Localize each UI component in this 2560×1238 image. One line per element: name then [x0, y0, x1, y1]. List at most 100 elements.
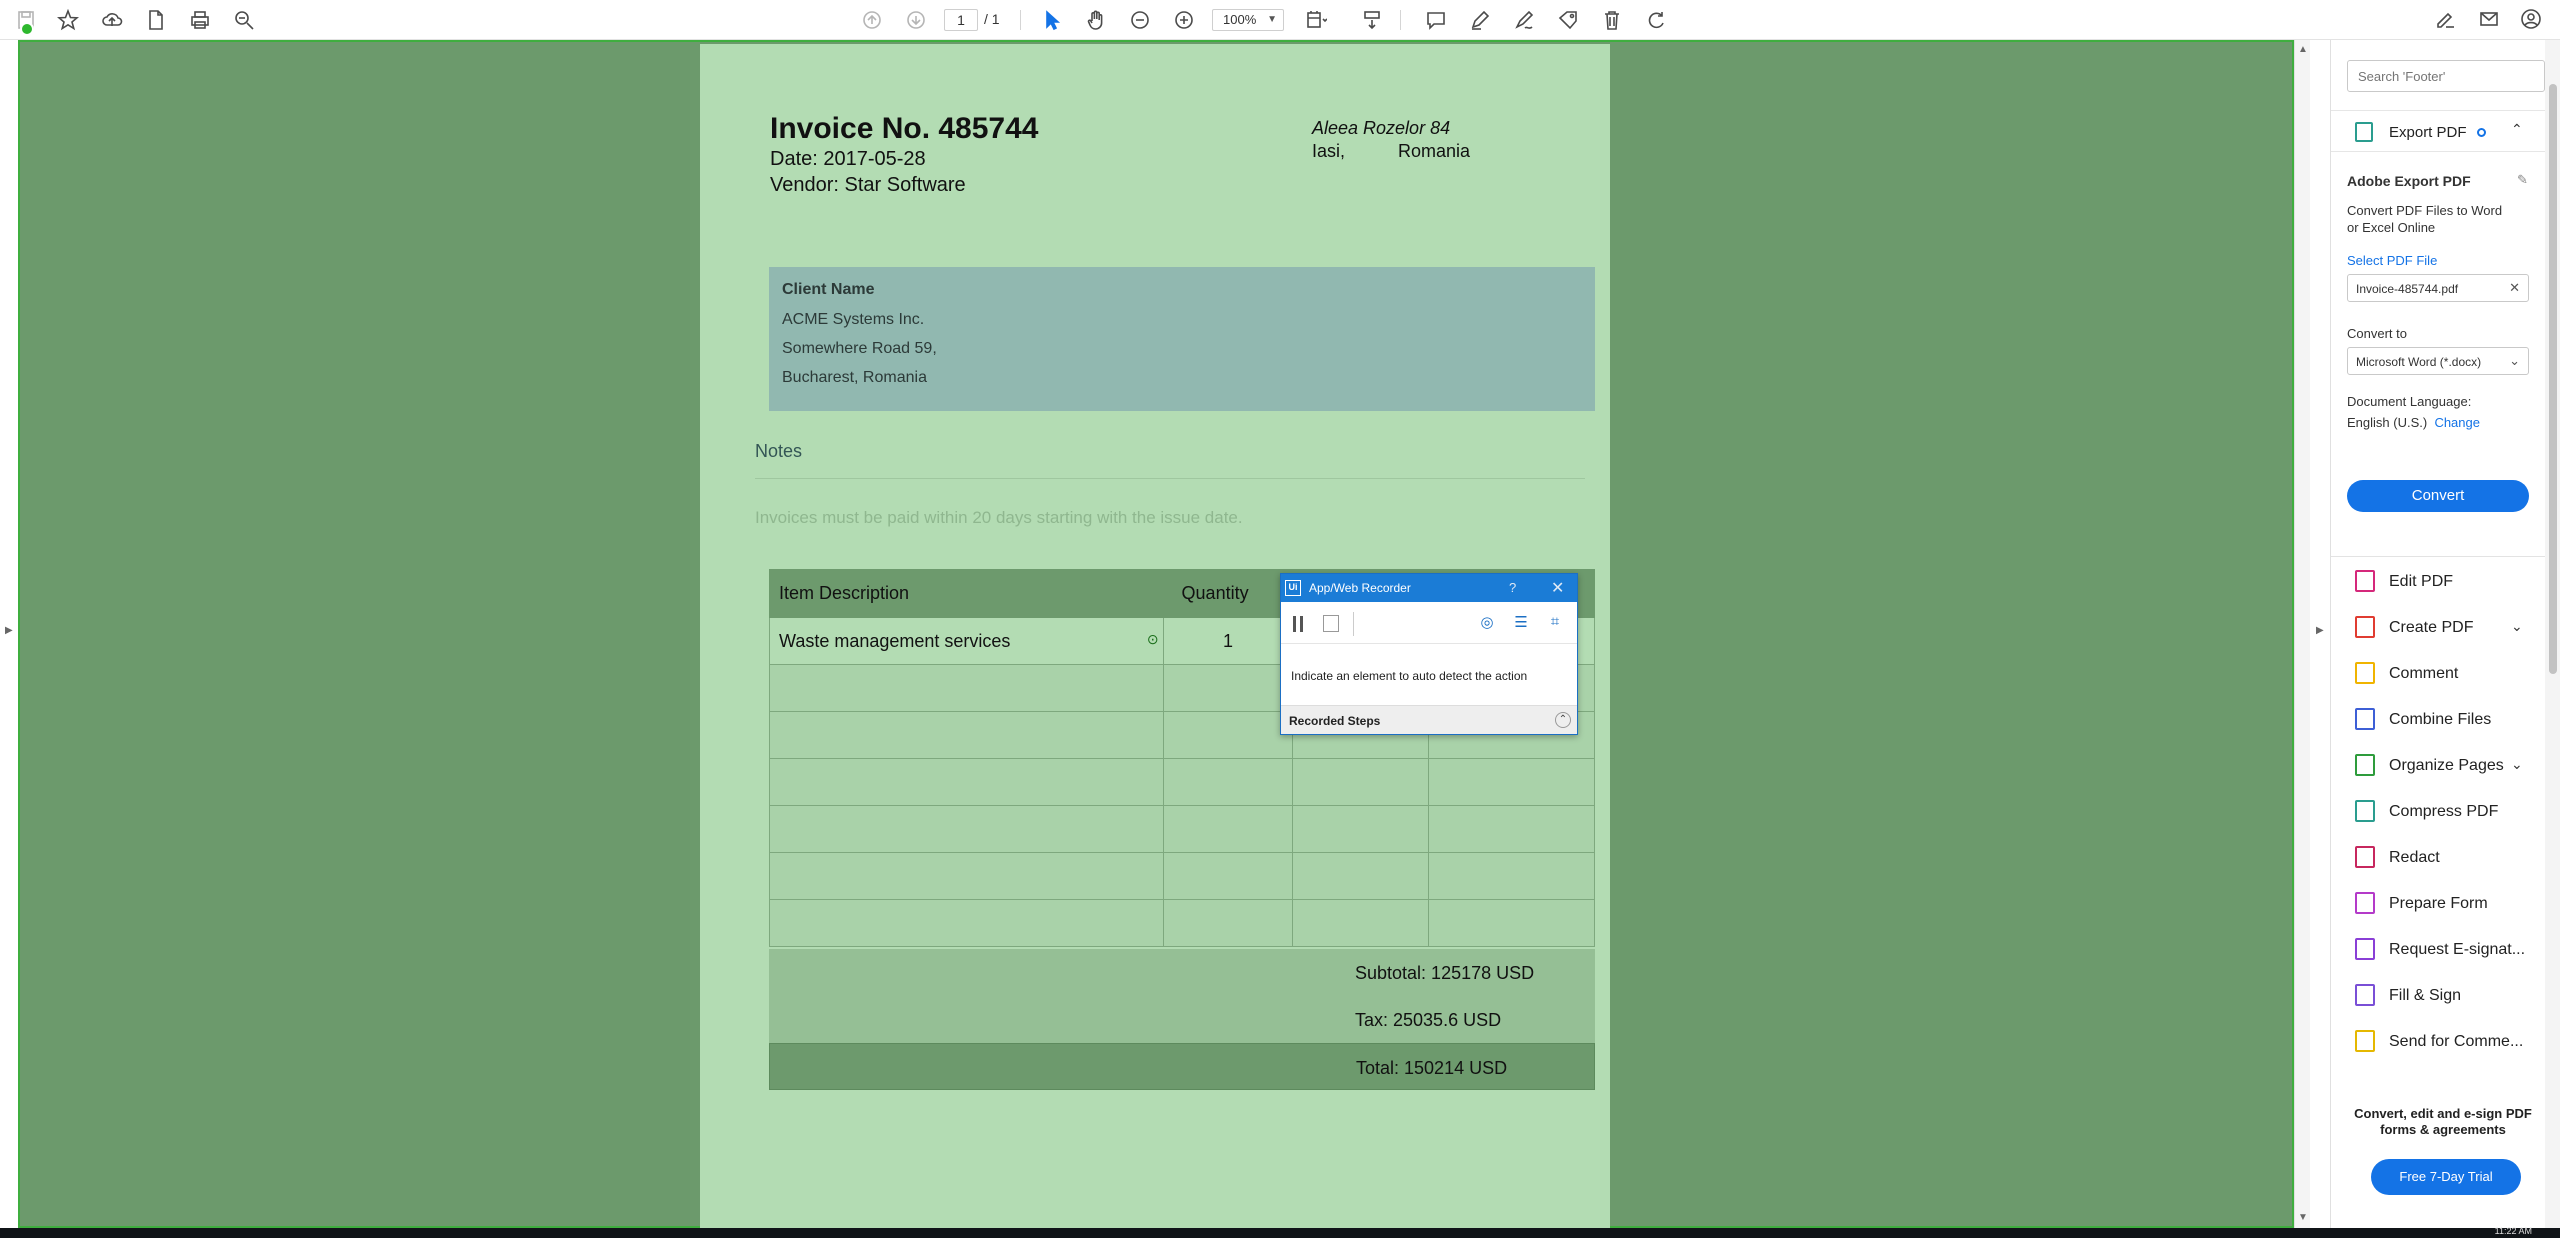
right-panel-handle[interactable]: ▶	[2310, 40, 2330, 1228]
chevron-down-icon: ▼	[1267, 14, 1277, 25]
item-description: Waste management services	[779, 630, 1011, 651]
tool-edit-pdf[interactable]: Edit PDF	[2331, 562, 2545, 602]
zoom-level-select[interactable]: 100% ▼	[1212, 9, 1284, 31]
table-cell[interactable]	[769, 805, 1164, 853]
account-icon[interactable]	[2520, 8, 2544, 32]
convert-to-label: Convert to	[2347, 326, 2407, 341]
table-cell[interactable]	[1428, 758, 1595, 806]
table-cell[interactable]	[1428, 852, 1595, 900]
list-steps-icon[interactable]: ☰	[1511, 613, 1531, 633]
tool-request-esignature[interactable]: Request E-signat...	[2331, 930, 2545, 970]
page-number-input[interactable]: 1	[944, 9, 978, 31]
zoom-out-icon[interactable]	[1126, 6, 1154, 34]
convert-to-select[interactable]: Microsoft Word (*.docx) ⌄	[2347, 347, 2529, 375]
document-scrollbar[interactable]: ▲ ▼	[2294, 40, 2310, 1228]
hand-tool-icon[interactable]	[1082, 6, 1110, 34]
change-language-link[interactable]: Change	[2434, 415, 2480, 430]
tool-prepare-form[interactable]: Prepare Form	[2331, 884, 2545, 924]
table-cell[interactable]	[1162, 758, 1294, 806]
tool-combine-files[interactable]: Combine Files	[2331, 700, 2545, 740]
sign-link-icon[interactable]	[2434, 8, 2458, 32]
tool-redact[interactable]: Redact	[2331, 838, 2545, 878]
selected-file-field[interactable]: Invoice-485744.pdf ✕	[2347, 274, 2529, 302]
fit-page-icon[interactable]	[1302, 6, 1330, 34]
table-cell[interactable]	[769, 711, 1164, 759]
target-element-icon[interactable]: ◎	[1477, 613, 1497, 633]
panel-scrollbar[interactable]	[2545, 40, 2560, 1238]
help-button[interactable]: ?	[1509, 580, 1516, 595]
chevron-up-icon[interactable]: ⌃	[2511, 121, 2523, 138]
zoom-in-icon[interactable]	[1170, 6, 1198, 34]
document-icon[interactable]	[142, 6, 170, 34]
toolbar-divider	[1020, 10, 1021, 30]
delete-icon[interactable]	[1598, 6, 1626, 34]
page-up-icon[interactable]	[858, 6, 886, 34]
tool-comment[interactable]: Comment	[2331, 654, 2545, 694]
page-down-icon[interactable]	[902, 6, 930, 34]
table-cell[interactable]	[1292, 805, 1430, 853]
table-cell[interactable]	[769, 758, 1164, 806]
total-value: Total: 150214 USD	[1356, 1058, 1508, 1078]
chevron-down-icon[interactable]: ⌄	[2511, 618, 2523, 635]
highlight-pen-icon[interactable]	[1466, 6, 1494, 34]
scroll-down-icon[interactable]: ▼	[2298, 1212, 2308, 1223]
tool-send-for-comments[interactable]: Send for Comme...	[2331, 1022, 2545, 1062]
tool-organize-pages[interactable]: Organize Pages ⌄	[2331, 746, 2545, 786]
recorded-steps-bar[interactable]: Recorded Steps ⌃	[1281, 705, 1577, 734]
table-cell[interactable]	[1162, 664, 1294, 712]
print-icon[interactable]	[186, 6, 214, 34]
edit-link-icon[interactable]: ✎	[2517, 172, 2528, 188]
tools-search-input[interactable]	[2347, 60, 2545, 92]
tool-label: Request E-signat...	[2389, 941, 2526, 958]
close-icon[interactable]: ✕	[1551, 578, 1564, 598]
table-cell[interactable]	[769, 899, 1164, 947]
close-icon[interactable]: ✕	[2509, 280, 2520, 296]
table-row	[769, 852, 1595, 900]
chevron-down-icon[interactable]: ⌄	[2511, 756, 2523, 773]
table-cell[interactable]	[1162, 899, 1294, 947]
zoom-search-icon[interactable]	[230, 6, 258, 34]
free-trial-button[interactable]: Free 7-Day Trial	[2371, 1159, 2521, 1195]
combine-files-icon	[2355, 708, 2375, 730]
save-recording-icon[interactable]	[1323, 615, 1339, 632]
table-cell[interactable]	[1162, 852, 1294, 900]
select-pdf-file-link[interactable]: Select PDF File	[2347, 253, 2437, 268]
draw-icon[interactable]	[1510, 6, 1538, 34]
cloud-upload-icon[interactable]	[98, 6, 126, 34]
item-quantity[interactable]: 1	[1162, 617, 1294, 665]
table-cell[interactable]	[1162, 805, 1294, 853]
scroll-up-icon[interactable]: ▲	[2298, 44, 2308, 55]
scroll-mode-icon[interactable]	[1358, 6, 1386, 34]
pause-icon[interactable]	[1293, 616, 1303, 632]
stamp-icon[interactable]	[1554, 6, 1582, 34]
left-panel-handle[interactable]: ▶	[0, 40, 18, 1228]
select-cursor-icon[interactable]	[1038, 6, 1066, 34]
client-name: ACME Systems Inc.	[782, 311, 925, 328]
table-cell[interactable]	[1292, 758, 1430, 806]
scroll-thumb[interactable]	[2549, 84, 2557, 674]
convert-button[interactable]: Convert	[2347, 480, 2529, 512]
table-cell[interactable]	[1428, 805, 1595, 853]
notes-divider	[755, 478, 1585, 479]
table-cell[interactable]	[769, 852, 1164, 900]
main-toolbar: 1 / 1 100% ▼	[0, 0, 2560, 40]
screenshot-icon[interactable]: ⌗	[1545, 613, 1565, 633]
tool-create-pdf[interactable]: Create PDF ⌄	[2331, 608, 2545, 648]
table-cell[interactable]: Waste management services ⊙	[769, 617, 1164, 665]
star-icon[interactable]	[54, 6, 82, 34]
chevron-up-icon[interactable]: ⌃	[1555, 712, 1571, 728]
mail-icon[interactable]	[2478, 8, 2502, 32]
tool-compress-pdf[interactable]: Compress PDF	[2331, 792, 2545, 832]
tool-fill-sign[interactable]: Fill & Sign	[2331, 976, 2545, 1016]
table-cell[interactable]	[1292, 852, 1430, 900]
table-cell[interactable]	[769, 664, 1164, 712]
table-cell[interactable]	[1162, 711, 1294, 759]
recorder-toolbar: ◎ ☰ ⌗	[1281, 602, 1577, 644]
comment-icon[interactable]	[1422, 6, 1450, 34]
redo-icon[interactable]	[1642, 6, 1670, 34]
taskbar: 11:22 AM	[0, 1226, 2560, 1238]
recorder-titlebar[interactable]: Ui App/Web Recorder ? ✕	[1281, 574, 1577, 602]
table-cell[interactable]	[1292, 899, 1430, 947]
table-cell[interactable]	[1428, 899, 1595, 947]
export-pdf-header[interactable]: Export PDF ⌃	[2331, 110, 2545, 152]
